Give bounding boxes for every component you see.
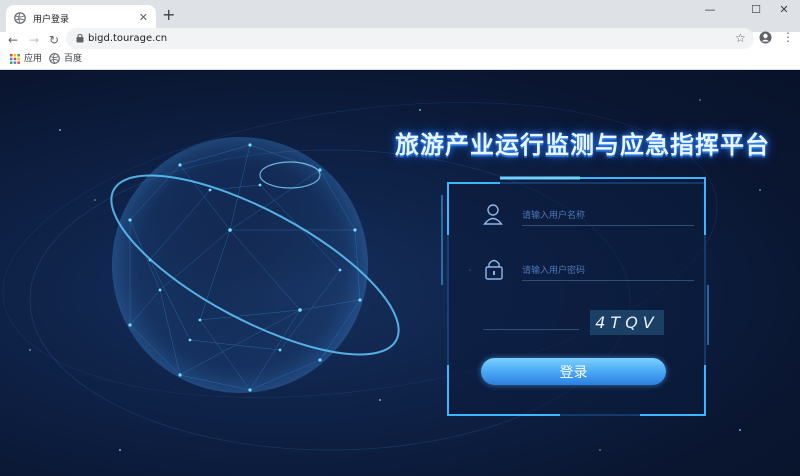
- bookmarks-bar: [0, 50, 800, 70]
- padlock-icon: [485, 259, 503, 280]
- bookmark-star-icon[interactable]: ☆: [735, 31, 746, 45]
- login-page: 旅游产业运行监测与应急指挥平台 4TQV 登录: [0, 70, 800, 476]
- bookmark-apps[interactable]: 应用: [24, 53, 42, 65]
- address-bar[interactable]: [66, 28, 754, 49]
- menu-kebab-icon[interactable]: ⋮: [782, 30, 794, 44]
- bookmark-baidu[interactable]: 百度: [64, 53, 82, 65]
- back-arrow-icon[interactable]: ←: [6, 32, 20, 48]
- close-window-button[interactable]: ✕: [774, 3, 794, 16]
- platform-title: 旅游产业运行监测与应急指挥平台: [395, 131, 770, 159]
- apps-grid-icon[interactable]: [10, 54, 20, 64]
- minimize-button[interactable]: —: [700, 3, 720, 16]
- forward-arrow-icon[interactable]: →: [27, 32, 41, 48]
- close-tab-icon[interactable]: ✕: [139, 11, 148, 25]
- globe-icon: [49, 53, 60, 64]
- url-text[interactable]: bigd.tourage.cn: [88, 32, 167, 45]
- maximize-button[interactable]: ☐: [746, 3, 766, 16]
- globe-icon: [14, 12, 26, 24]
- password-input[interactable]: [522, 261, 694, 281]
- new-tab-button[interactable]: +: [162, 7, 175, 23]
- user-icon: [483, 204, 503, 225]
- login-button[interactable]: 登录: [481, 358, 666, 385]
- lock-icon: [76, 33, 84, 43]
- profile-icon[interactable]: [759, 31, 772, 44]
- reload-icon[interactable]: ↻: [47, 32, 61, 48]
- username-input[interactable]: [522, 206, 694, 226]
- captcha-input[interactable]: [483, 310, 579, 330]
- tab-title: 用户登录: [33, 15, 70, 25]
- captcha-image[interactable]: 4TQV: [590, 310, 664, 335]
